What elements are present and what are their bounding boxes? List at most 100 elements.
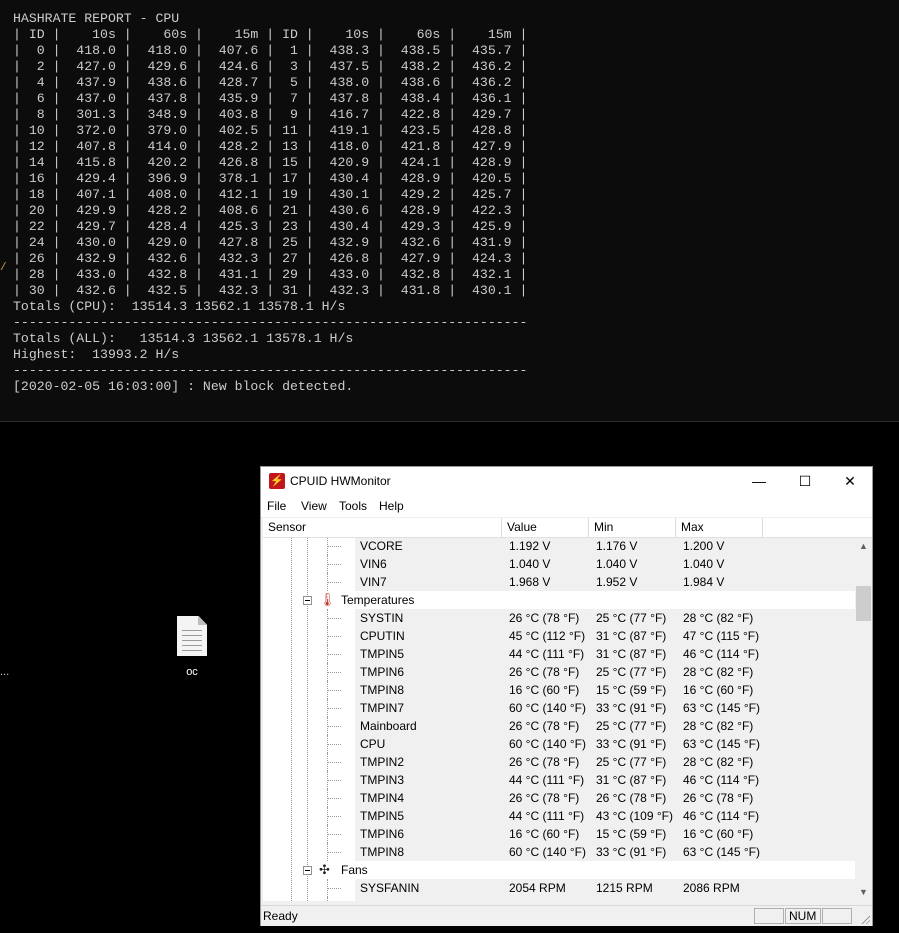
hwmonitor-window[interactable]: ⚡ CPUID HWMonitor — ☐ ✕ File View Tools … — [260, 466, 873, 926]
status-box-empty — [754, 908, 784, 924]
sensor-min: 43 °C (109 °F) — [596, 809, 673, 823]
sensor-max: 2093 RPM — [683, 899, 740, 901]
sensor-min: 31 °C (87 °F) — [596, 647, 667, 661]
column-min[interactable]: Min — [589, 518, 676, 537]
sensor-name: Mainboard — [360, 719, 417, 733]
sensor-min: 25 °C (77 °F) — [596, 611, 667, 625]
sensor-row[interactable]: Mainboard 26 °C (78 °F) 25 °C (77 °F) 28 °C… — [263, 717, 855, 735]
sensor-row[interactable]: TMPIN2 26 °C (78 °F) 25 °C (77 °F) 28 °C (8… — [263, 753, 855, 771]
window-title: CPUID HWMonitor — [290, 474, 391, 488]
desktop-file-oc[interactable]: oc — [166, 616, 218, 678]
sensor-row[interactable]: TMPIN7 60 °C (140 °F) 33 °C (91 °F) 63 °C (… — [263, 699, 855, 717]
sensor-max: 28 °C (82 °F) — [683, 755, 754, 769]
sensor-row[interactable]: CPUTIN 45 °C (112 °F) 31 °C (87 °F) 47 °C (… — [263, 627, 855, 645]
title-bar[interactable]: ⚡ CPUID HWMonitor — ☐ ✕ — [261, 467, 872, 495]
menu-help[interactable]: Help — [379, 499, 404, 513]
column-header: Sensor Value Min Max — [263, 518, 872, 538]
tree-line — [327, 735, 328, 753]
sensor-value: 1.192 V — [509, 539, 551, 553]
sensor-value: 44 °C (111 °F) — [509, 809, 585, 823]
sensor-max: 63 °C (145 °F) — [683, 845, 760, 859]
tree-branch — [327, 618, 341, 619]
collapse-toggle-icon[interactable] — [303, 596, 312, 605]
sensor-row[interactable]: VIN7 1.968 V 1.952 V 1.984 V — [263, 573, 855, 591]
scroll-up-icon[interactable]: ▲ — [855, 538, 872, 555]
sensor-row[interactable]: CPUFANIN 2061 RPM 1204 RPM 2093 RPM — [263, 897, 855, 901]
sensor-max: 16 °C (60 °F) — [683, 827, 754, 841]
sensor-max: 46 °C (114 °F) — [683, 773, 760, 787]
sensor-max: 63 °C (145 °F) — [683, 701, 760, 715]
menu-view[interactable]: View — [301, 499, 327, 513]
status-box-empty-2 — [822, 908, 852, 924]
tree-branch — [327, 888, 341, 889]
sensor-row[interactable]: TMPIN5 44 °C (111 °F) 43 °C (109 °F) 46 °C … — [263, 807, 855, 825]
tree-branch — [327, 636, 341, 637]
sensor-row[interactable]: SYSFANIN 2054 RPM 1215 RPM 2086 RPM — [263, 879, 855, 897]
sensor-value: 16 °C (60 °F) — [509, 683, 580, 697]
tree-branch — [327, 834, 341, 835]
collapse-toggle-icon[interactable] — [303, 866, 312, 875]
close-button[interactable]: ✕ — [827, 467, 873, 495]
sensor-row[interactable]: VIN6 1.040 V 1.040 V 1.040 V — [263, 555, 855, 573]
sensor-max: 28 °C (82 °F) — [683, 665, 754, 679]
sensor-name: CPUTIN — [360, 629, 405, 643]
tree-line — [327, 753, 328, 771]
tree-line — [327, 627, 328, 645]
vertical-scrollbar[interactable]: ▲ ▼ — [855, 538, 872, 901]
maximize-button[interactable]: ☐ — [782, 467, 828, 495]
scroll-down-icon[interactable]: ▼ — [855, 884, 872, 901]
sensor-row[interactable]: SYSTIN 26 °C (78 °F) 25 °C (77 °F) 28 °C (8… — [263, 609, 855, 627]
tree-line — [327, 843, 328, 861]
sensor-name: TMPIN4 — [360, 791, 405, 805]
tree-branch — [327, 672, 341, 673]
tree-line — [327, 789, 328, 807]
menu-file[interactable]: File — [267, 499, 286, 513]
sensor-row[interactable]: TMPIN6 26 °C (78 °F) 25 °C (77 °F) 28 °C (8… — [263, 663, 855, 681]
menu-tools[interactable]: Tools — [339, 499, 367, 513]
sensor-name: VCORE — [360, 539, 403, 553]
sensor-row[interactable]: VCORE 1.192 V 1.176 V 1.200 V — [263, 538, 855, 555]
minimize-button[interactable]: — — [736, 467, 782, 495]
sensor-row[interactable]: TMPIN8 16 °C (60 °F) 15 °C (59 °F) 16 °C (6… — [263, 681, 855, 699]
tree-branch — [327, 690, 341, 691]
sensor-name: TMPIN5 — [360, 809, 405, 823]
sensor-name: TMPIN6 — [360, 827, 405, 841]
sensor-value: 26 °C (78 °F) — [509, 719, 580, 733]
thermometer-icon: 🌡 — [319, 592, 336, 607]
sensor-min: 25 °C (77 °F) — [596, 719, 667, 733]
sensor-value: 26 °C (78 °F) — [509, 665, 580, 679]
sensor-row[interactable]: TMPIN5 44 °C (111 °F) 31 °C (87 °F) 46 °C (… — [263, 645, 855, 663]
sensor-max: 28 °C (82 °F) — [683, 611, 754, 625]
sensor-row[interactable]: TMPIN8 60 °C (140 °F) 33 °C (91 °F) 63 °C (… — [263, 843, 855, 861]
scroll-thumb[interactable] — [856, 586, 871, 621]
column-sensor[interactable]: Sensor — [263, 518, 502, 537]
tree-branch — [327, 798, 341, 799]
group-row[interactable]: 🌡 Temperatures — [263, 591, 855, 609]
tree-branch — [327, 852, 341, 853]
sensor-name: TMPIN3 — [360, 773, 405, 787]
sensor-row[interactable]: TMPIN3 44 °C (111 °F) 31 °C (87 °F) 46 °C (… — [263, 771, 855, 789]
tree-line — [327, 538, 328, 555]
sensor-name: CPU — [360, 737, 386, 751]
desktop-file-label: oc — [186, 666, 198, 678]
column-max[interactable]: Max — [676, 518, 763, 537]
sensor-name: VIN7 — [360, 575, 387, 589]
sensor-value: 26 °C (78 °F) — [509, 611, 580, 625]
sensor-row[interactable]: TMPIN6 16 °C (60 °F) 15 °C (59 °F) 16 °C (6… — [263, 825, 855, 843]
sensor-row[interactable]: TMPIN4 26 °C (78 °F) 26 °C (78 °F) 26 °C (7… — [263, 789, 855, 807]
sensor-row[interactable]: CPU 60 °C (140 °F) 33 °C (91 °F) 63 °C (145… — [263, 735, 855, 753]
sensor-max: 1.200 V — [683, 539, 725, 553]
column-value[interactable]: Value — [502, 518, 589, 537]
sensor-tree[interactable]: VCORE 1.192 V 1.176 V 1.200 V VIN6 1.040 V 1.0… — [263, 538, 855, 901]
tree-branch — [327, 546, 341, 547]
sensor-value: 1.968 V — [509, 575, 551, 589]
group-row[interactable]: ✣ Fans — [263, 861, 855, 879]
resize-grip[interactable] — [860, 914, 870, 924]
tree-branch — [327, 762, 341, 763]
tree-line — [327, 555, 328, 573]
tree-branch — [327, 582, 341, 583]
tree-line — [327, 645, 328, 663]
sensor-max: 1.984 V — [683, 575, 725, 589]
sensor-max: 63 °C (145 °F) — [683, 737, 760, 751]
sensor-max: 46 °C (114 °F) — [683, 647, 760, 661]
